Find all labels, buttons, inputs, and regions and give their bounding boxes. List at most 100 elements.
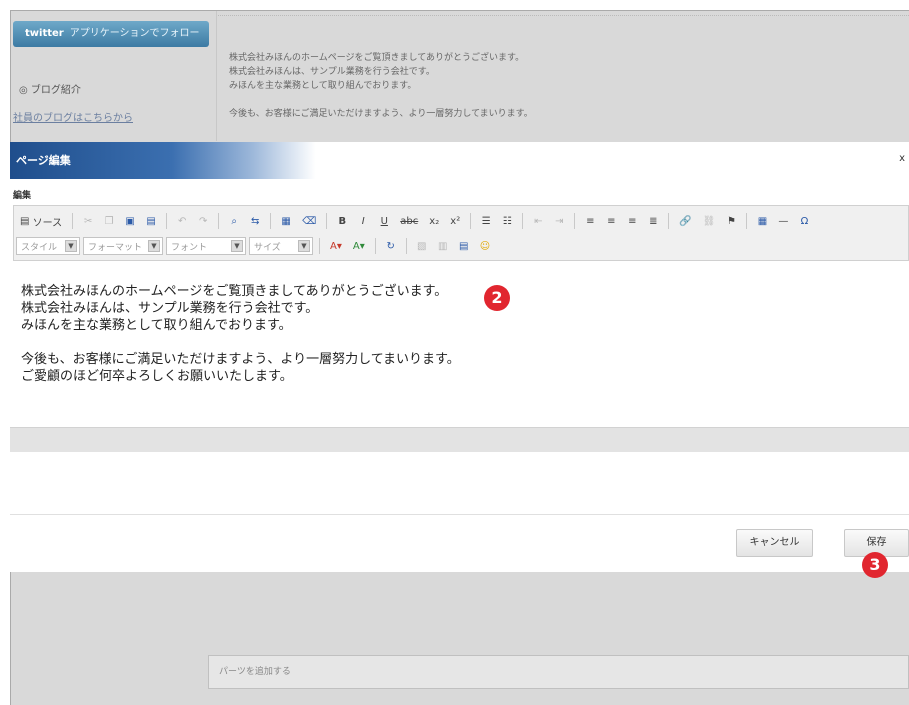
bg-line: 株式会社みほんのホームページをご覧頂きましてありがとうございます。 xyxy=(229,53,525,63)
toolbar-separator xyxy=(522,213,524,229)
replace-icon[interactable]: ⇆ xyxy=(246,212,264,230)
remove-format-icon[interactable]: ⌫ xyxy=(298,212,320,230)
select-all-icon[interactable]: ▦ xyxy=(277,212,295,230)
italic-icon[interactable]: I xyxy=(354,212,372,230)
image-icon[interactable]: ▧ xyxy=(413,237,431,255)
close-icon[interactable]: x xyxy=(899,153,905,164)
step-marker-save: 3 xyxy=(862,552,888,578)
toolbar-separator xyxy=(72,213,74,229)
redo-icon[interactable]: ↷ xyxy=(194,212,212,230)
outdent-icon[interactable]: ⇤ xyxy=(529,212,547,230)
text-color-icon[interactable]: A▾ xyxy=(326,237,346,255)
blog-link[interactable]: 社員のブログはこちらから xyxy=(13,109,133,124)
page-border xyxy=(10,572,11,705)
chevron-down-icon: ▼ xyxy=(231,240,243,252)
toolbar-separator xyxy=(746,213,748,229)
strike-icon[interactable]: abc xyxy=(396,212,422,230)
editor-resize-bar[interactable] xyxy=(10,427,909,452)
editor-line: ご愛顧のほど何卒よろしくお願いいたします。 xyxy=(21,369,293,384)
step-marker-editor: 2 xyxy=(484,285,510,311)
anchor-icon[interactable]: ⚑ xyxy=(722,212,740,230)
background-color-icon[interactable]: A▾ xyxy=(349,237,369,255)
sidebar: twitter アプリケーションでフォロー ◎ ブログ紹介 社員のブログはこちらか… xyxy=(11,11,216,141)
smiley-icon[interactable]: ☺ xyxy=(476,237,494,255)
align-left-icon[interactable]: ≡ xyxy=(581,212,599,230)
align-center-icon[interactable]: ≡ xyxy=(602,212,620,230)
toolbar-separator xyxy=(405,238,407,254)
chevron-down-icon: ▼ xyxy=(298,240,310,252)
chevron-down-icon: ▼ xyxy=(65,240,77,252)
justify-icon[interactable]: ≣ xyxy=(644,212,662,230)
special-char-icon[interactable]: Ω xyxy=(795,212,813,230)
toolbar-separator xyxy=(668,213,670,229)
refresh-icon[interactable]: ↻ xyxy=(382,237,400,255)
toolbar-separator xyxy=(166,213,168,229)
table2-icon[interactable]: ▤ xyxy=(455,237,473,255)
format-combo[interactable]: フォーマット ▼ xyxy=(83,237,163,255)
toolbar-separator xyxy=(319,238,320,254)
toolbar-separator xyxy=(374,238,376,254)
link-icon[interactable]: 🔗 xyxy=(675,212,695,230)
flash-icon[interactable]: ▥ xyxy=(434,237,452,255)
numbered-list-icon[interactable]: ☰ xyxy=(477,212,495,230)
align-right-icon[interactable]: ≡ xyxy=(623,212,641,230)
style-combo-label: スタイル xyxy=(21,242,58,253)
page-edit-dialog: ページ編集 x 編集 ▤ ソース ✂ ❐ ▣ ▤ ↶ ↷ ⌕ ⇆ ▦ ⌫ B I… xyxy=(10,142,909,572)
blog-intro-heading: ◎ ブログ紹介 xyxy=(19,85,81,96)
subscript-icon[interactable]: x₂ xyxy=(425,212,443,230)
source-label: ソース xyxy=(32,217,63,229)
twitter-button-label: アプリケーションでフォロー xyxy=(69,28,200,39)
twitter-brand: twitter xyxy=(25,28,64,39)
size-combo-label: サイズ xyxy=(254,242,281,253)
dotted-divider xyxy=(216,15,909,16)
background-content: 株式会社みほんのホームページをご覧頂きましてありがとうございます。 株式会社みほ… xyxy=(229,51,533,121)
toolbar-separator xyxy=(574,213,576,229)
section-label: 編集 xyxy=(13,191,32,201)
editor-line: 株式会社みほんのホームページをご覧頂きましてありがとうございます。 xyxy=(21,284,448,299)
twitter-follow-button[interactable]: twitter アプリケーションでフォロー xyxy=(13,21,209,47)
toolbar-row-2: スタイル ▼ フォーマット ▼ フォント ▼ サイズ ▼ A▾ A▾ ↻ ▧ ▥ ▤ ☺ xyxy=(16,235,494,257)
editor-content-area[interactable]: 株式会社みほんのホームページをご覧頂きましてありがとうございます。 株式会社みほ… xyxy=(13,262,909,427)
indent-icon[interactable]: ⇥ xyxy=(550,212,568,230)
toolbar-separator xyxy=(218,213,220,229)
dialog-buttons: キャンセル 保存 xyxy=(10,514,909,572)
undo-icon[interactable]: ↶ xyxy=(173,212,191,230)
toolbar-separator xyxy=(270,213,272,229)
table-icon[interactable]: ▦ xyxy=(753,212,771,230)
dialog-title-bar: ページ編集 xyxy=(10,142,909,179)
add-part-button[interactable]: パーツを追加する xyxy=(208,655,909,689)
toolbar-separator xyxy=(470,213,472,229)
toolbar-separator xyxy=(326,213,328,229)
chevron-down-icon: ▼ xyxy=(148,240,160,252)
find-icon[interactable]: ⌕ xyxy=(225,212,243,230)
superscript-icon[interactable]: x² xyxy=(446,212,464,230)
source-button[interactable]: ▤ ソース xyxy=(16,212,66,230)
copy-icon[interactable]: ❐ xyxy=(100,212,118,230)
bg-line: みほんを主な業務として取り組んでおります。 xyxy=(229,81,417,91)
bold-icon[interactable]: B xyxy=(333,212,351,230)
size-combo[interactable]: サイズ ▼ xyxy=(249,237,313,255)
paste-text-icon[interactable]: ▤ xyxy=(142,212,160,230)
cancel-button[interactable]: キャンセル xyxy=(736,529,813,557)
editor-toolbar: ▤ ソース ✂ ❐ ▣ ▤ ↶ ↷ ⌕ ⇆ ▦ ⌫ B I U abc x₂ x… xyxy=(13,205,909,261)
column-divider xyxy=(216,11,217,141)
font-combo-label: フォント xyxy=(171,242,208,253)
bg-line: 今後も、お客様にご満足いただけますよう、より一層努力してまいります。 xyxy=(229,109,533,119)
cut-icon[interactable]: ✂ xyxy=(79,212,97,230)
unlink-icon[interactable]: ⛓ xyxy=(699,212,720,230)
bg-line: 株式会社みほんは、サンプル業務を行う会社です。 xyxy=(229,67,435,77)
editor-line: みほんを主な業務として取り組んでおります。 xyxy=(21,318,292,333)
source-icon: ▤ xyxy=(20,215,30,227)
format-combo-label: フォーマット xyxy=(88,242,143,253)
editor-line: 株式会社みほんは、サンプル業務を行う会社です。 xyxy=(21,301,319,316)
dialog-title: ページ編集 xyxy=(16,154,71,167)
font-combo[interactable]: フォント ▼ xyxy=(166,237,246,255)
paste-icon[interactable]: ▣ xyxy=(121,212,139,230)
underline-icon[interactable]: U xyxy=(375,212,393,230)
bulleted-list-icon[interactable]: ☷ xyxy=(498,212,516,230)
editor-line: 今後も、お客様にご満足いただけますよう、より一層努力してまいります。 xyxy=(21,352,460,367)
toolbar-row-1: ▤ ソース ✂ ❐ ▣ ▤ ↶ ↷ ⌕ ⇆ ▦ ⌫ B I U abc x₂ x… xyxy=(16,210,813,232)
horizontal-rule-icon[interactable]: — xyxy=(774,212,792,230)
style-combo[interactable]: スタイル ▼ xyxy=(16,237,80,255)
